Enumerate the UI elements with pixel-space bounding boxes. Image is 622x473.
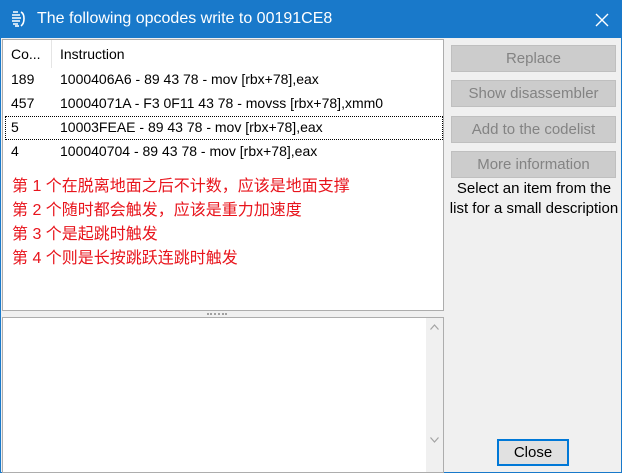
replace-button[interactable]: Replace [451, 45, 616, 72]
grip-icon [207, 313, 227, 315]
title-bar[interactable]: The following opcodes write to 00191CE8 [1, 1, 621, 38]
table-row-focused[interactable]: 5 10003FEAE - 89 43 78 - mov [rbx+78],ea… [5, 116, 443, 140]
scroll-up-icon[interactable] [430, 323, 439, 332]
annotation-notes: 第 1 个在脱离地面之后不计数，应该是地面支撑 第 2 个随时都会触发，应该是重… [12, 175, 350, 271]
row-count: 189 [11, 71, 35, 87]
show-disassembler-button[interactable]: Show disassembler [451, 80, 616, 107]
row-count: 5 [11, 119, 19, 135]
note-line: 第 3 个是起跳时触发 [12, 226, 158, 243]
note-line: 第 4 个则是长按跳跃连跳时触发 [12, 250, 238, 267]
table-row[interactable]: 457 10004071A - F3 0F11 43 78 - movss [r… [5, 92, 443, 116]
column-header-instruction[interactable]: Instruction [60, 46, 125, 62]
close-button[interactable]: Close [497, 439, 569, 466]
column-header-count[interactable]: Co... [11, 46, 41, 62]
scroll-down-icon[interactable] [430, 436, 439, 445]
note-line: 第 2 个随时都会触发，应该是重力加速度 [12, 202, 302, 219]
row-count: 4 [11, 143, 19, 159]
list-header: Co... Instruction [3, 40, 443, 68]
row-instruction: 100040704 - 89 43 78 - mov [rbx+78],eax [60, 143, 318, 159]
row-instruction: 10004071A - F3 0F11 43 78 - movss [rbx+7… [60, 95, 384, 111]
close-icon[interactable] [583, 1, 621, 38]
row-instruction: 10003FEAE - 89 43 78 - mov [rbx+78],eax [60, 119, 323, 135]
cheat-engine-icon [9, 9, 29, 29]
description-text: Select an item from the list for a small… [449, 180, 619, 217]
table-row[interactable]: 4 100040704 - 89 43 78 - mov [rbx+78],ea… [5, 140, 443, 164]
table-row[interactable]: 189 1000406A6 - 89 43 78 - mov [rbx+78],… [5, 68, 443, 92]
description-memo[interactable] [2, 317, 444, 473]
opcodes-window: The following opcodes write to 00191CE8 … [0, 0, 622, 473]
row-instruction: 1000406A6 - 89 43 78 - mov [rbx+78],eax [60, 71, 319, 87]
note-line: 第 1 个在脱离地面之后不计数，应该是地面支撑 [12, 178, 350, 195]
column-divider[interactable] [51, 40, 52, 68]
add-to-codelist-button[interactable]: Add to the codelist [451, 116, 616, 143]
window-title: The following opcodes write to 00191CE8 [37, 10, 333, 27]
opcode-list[interactable]: Co... Instruction 189 1000406A6 - 89 43 … [2, 39, 444, 311]
more-information-button[interactable]: More information [451, 151, 616, 178]
vertical-scrollbar[interactable] [426, 318, 443, 472]
row-count: 457 [11, 95, 35, 111]
